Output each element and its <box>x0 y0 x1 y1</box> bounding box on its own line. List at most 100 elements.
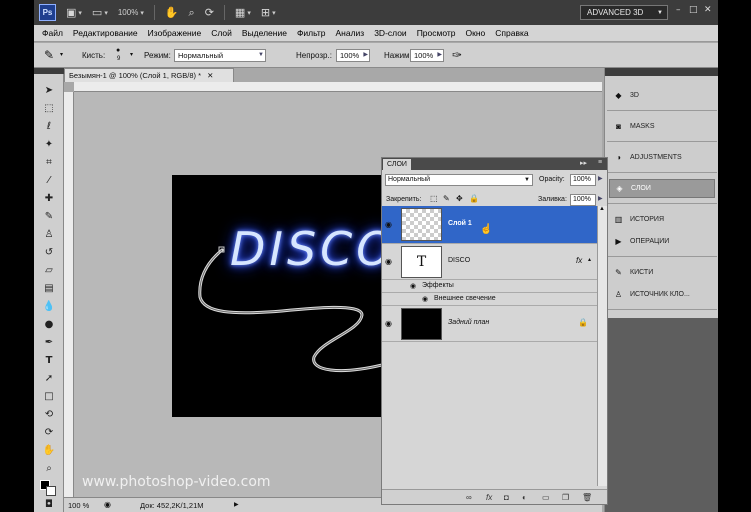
airbrush-icon[interactable]: ✑ <box>452 48 462 62</box>
status-info-icon[interactable]: ◉ <box>104 500 111 509</box>
visibility-eye-icon[interactable]: ◉ <box>410 282 416 290</box>
menu-layer[interactable]: Слой <box>211 28 232 38</box>
zoom-tool-icon[interactable]: ⌕ <box>42 462 56 475</box>
effects-fx-icon[interactable]: fx <box>576 256 582 265</box>
document-canvas[interactable]: DISCO <box>172 175 412 417</box>
link-layers-icon[interactable]: ∞ <box>466 493 472 502</box>
tab-layers[interactable]: СЛОИ <box>383 159 411 170</box>
3d-rotate-tool-icon[interactable]: ⟲ <box>42 408 56 421</box>
zoom-level-field[interactable]: 100% <box>118 8 138 17</box>
brush-preview-icon[interactable]: ● <box>116 47 120 54</box>
menu-edit[interactable]: Редактирование <box>73 28 138 38</box>
dock-history[interactable]: ▥ ИСТОРИЯ <box>609 210 715 229</box>
layer-row-background[interactable]: ◉ Задний план 🔒 <box>382 306 597 342</box>
adjustment-layer-icon[interactable]: ◐ <box>522 493 527 502</box>
bridge-icon[interactable]: ▣ <box>66 6 76 19</box>
add-mask-icon[interactable]: ◘ <box>504 493 509 502</box>
menu-window[interactable]: Окно <box>466 28 486 38</box>
new-layer-icon[interactable]: ❐ <box>562 493 569 502</box>
outer-glow-row[interactable]: ◉ Внешнее свечение <box>382 293 597 306</box>
pen-tool-icon[interactable]: ✒ <box>42 336 56 349</box>
scroll-up-icon[interactable]: ▲ <box>599 206 605 212</box>
layer-opacity-field[interactable]: 100% <box>570 174 596 186</box>
blur-tool-icon[interactable]: 💧 <box>42 300 56 313</box>
clone-stamp-tool-icon[interactable]: ♙ <box>42 228 56 241</box>
shape-tool-icon[interactable]: □ <box>42 390 56 403</box>
brush-tool-preset-icon[interactable]: ✎ <box>44 48 54 62</box>
menu-3d[interactable]: 3D-слои <box>374 28 406 38</box>
zoom-icon[interactable]: ⌕ <box>189 6 195 20</box>
menu-help[interactable]: Справка <box>495 28 528 38</box>
visibility-eye-icon[interactable]: ◉ <box>422 295 428 303</box>
blend-mode-select[interactable]: Нормальный ▼ <box>174 49 266 62</box>
menu-image[interactable]: Изображение <box>148 28 202 38</box>
fill-field[interactable]: 100% <box>570 194 596 206</box>
menu-view[interactable]: Просмотр <box>417 28 456 38</box>
layer-row-layer1[interactable]: ◉ Слой 1 ☝ <box>382 206 597 244</box>
chevron-up-icon[interactable]: ▴ <box>588 256 591 263</box>
move-tool-icon[interactable]: ➤ <box>42 84 56 97</box>
minimize-button[interactable]: – <box>676 5 681 15</box>
arrow-right-icon[interactable]: ▶ <box>598 195 603 202</box>
opacity-field[interactable]: 100% ▶ <box>336 49 370 62</box>
extras-icon[interactable]: ⊞ <box>261 6 270 19</box>
add-style-icon[interactable]: fx <box>486 493 492 502</box>
hand-tool-icon[interactable]: ✋ <box>42 444 56 457</box>
brush-tool-icon[interactable]: ✎ <box>42 210 56 223</box>
dock-3d[interactable]: ◆ 3D <box>609 86 715 105</box>
visibility-eye-icon[interactable]: ◉ <box>385 220 392 229</box>
delete-layer-icon[interactable]: 🗑 <box>582 493 592 502</box>
layers-scrollbar[interactable]: ▲ <box>597 206 607 486</box>
chevron-down-icon[interactable]: ▾ <box>130 51 133 58</box>
dock-layers[interactable]: ◈ СЛОИ <box>609 179 715 198</box>
dock-masks[interactable]: ◙ MASKS <box>609 117 715 136</box>
eyedropper-tool-icon[interactable]: ⁄ <box>42 174 56 187</box>
pressure-field[interactable]: 100% ▶ <box>410 49 444 62</box>
arrow-right-icon[interactable]: ▶ <box>598 175 603 182</box>
menu-analysis[interactable]: Анализ <box>336 28 365 38</box>
path-selection-tool-icon[interactable]: ➚ <box>42 372 56 385</box>
document-tab[interactable]: Безымян-1 @ 100% (Слой 1, RGB/8) * ✕ <box>64 68 234 82</box>
layer-row-disco[interactable]: ◉ T DISCO fx ▴ <box>382 244 597 280</box>
dock-brushes[interactable]: ✎ КИСТИ <box>609 263 715 282</box>
layer-blend-mode-select[interactable]: Нормальный ▼ <box>385 174 533 186</box>
menu-filter[interactable]: Фильтр <box>297 28 326 38</box>
lock-transparency-icon[interactable]: ⬚ <box>430 194 438 203</box>
rotate-view-icon[interactable]: ⟳ <box>205 6 214 19</box>
background-color-swatch[interactable] <box>46 486 56 496</box>
menu-file[interactable]: Файл <box>42 28 63 38</box>
lock-all-icon[interactable]: 🔒 <box>469 194 479 203</box>
lock-position-icon[interactable]: ✥ <box>456 194 463 203</box>
collapse-icon[interactable]: ▸▸ <box>580 159 587 167</box>
visibility-eye-icon[interactable]: ◉ <box>385 257 392 266</box>
chevron-down-icon[interactable]: ▾ <box>60 51 63 58</box>
type-tool-icon[interactable]: T <box>42 354 56 367</box>
dock-adjustments[interactable]: ◑ ADJUSTMENTS <box>609 148 715 167</box>
panel-menu-icon[interactable]: ≡ <box>598 159 602 166</box>
healing-brush-tool-icon[interactable]: ✚ <box>42 192 56 205</box>
menu-select[interactable]: Выделение <box>242 28 287 38</box>
gradient-tool-icon[interactable]: ▤ <box>42 282 56 295</box>
restore-button[interactable]: □ <box>689 5 698 15</box>
visibility-eye-icon[interactable]: ◉ <box>385 319 392 328</box>
3d-orbit-tool-icon[interactable]: ⟳ <box>42 426 56 439</box>
quick-selection-tool-icon[interactable]: ✦ <box>42 138 56 151</box>
lock-pixels-icon[interactable]: ✎ <box>443 194 450 203</box>
dock-actions[interactable]: ▶ ОПЕРАЦИИ <box>609 232 715 251</box>
effects-row[interactable]: ◉ Эффекты <box>382 280 597 293</box>
history-brush-tool-icon[interactable]: ↺ <box>42 246 56 259</box>
workspace-switcher[interactable]: ADVANCED 3D ▼ <box>580 5 668 20</box>
close-button[interactable]: ✕ <box>704 5 712 15</box>
zoom-status[interactable]: 100 % <box>68 501 89 510</box>
arrow-right-icon[interactable]: ▶ <box>234 501 239 508</box>
quick-mask-icon[interactable]: ◘ <box>42 498 56 511</box>
hand-icon[interactable]: ✋ <box>165 6 179 19</box>
dodge-tool-icon[interactable]: ● <box>42 318 56 331</box>
close-icon[interactable]: ✕ <box>207 71 213 80</box>
dock-clone-source[interactable]: ♙ ИСТОЧНИК КЛО... <box>609 285 715 304</box>
new-group-icon[interactable]: ▭ <box>542 493 550 502</box>
marquee-tool-icon[interactable]: ⬚ <box>42 102 56 115</box>
eraser-tool-icon[interactable]: ▱ <box>42 264 56 277</box>
arrange-icon[interactable]: ▦ <box>235 6 245 19</box>
crop-tool-icon[interactable]: ⌗ <box>42 156 56 169</box>
